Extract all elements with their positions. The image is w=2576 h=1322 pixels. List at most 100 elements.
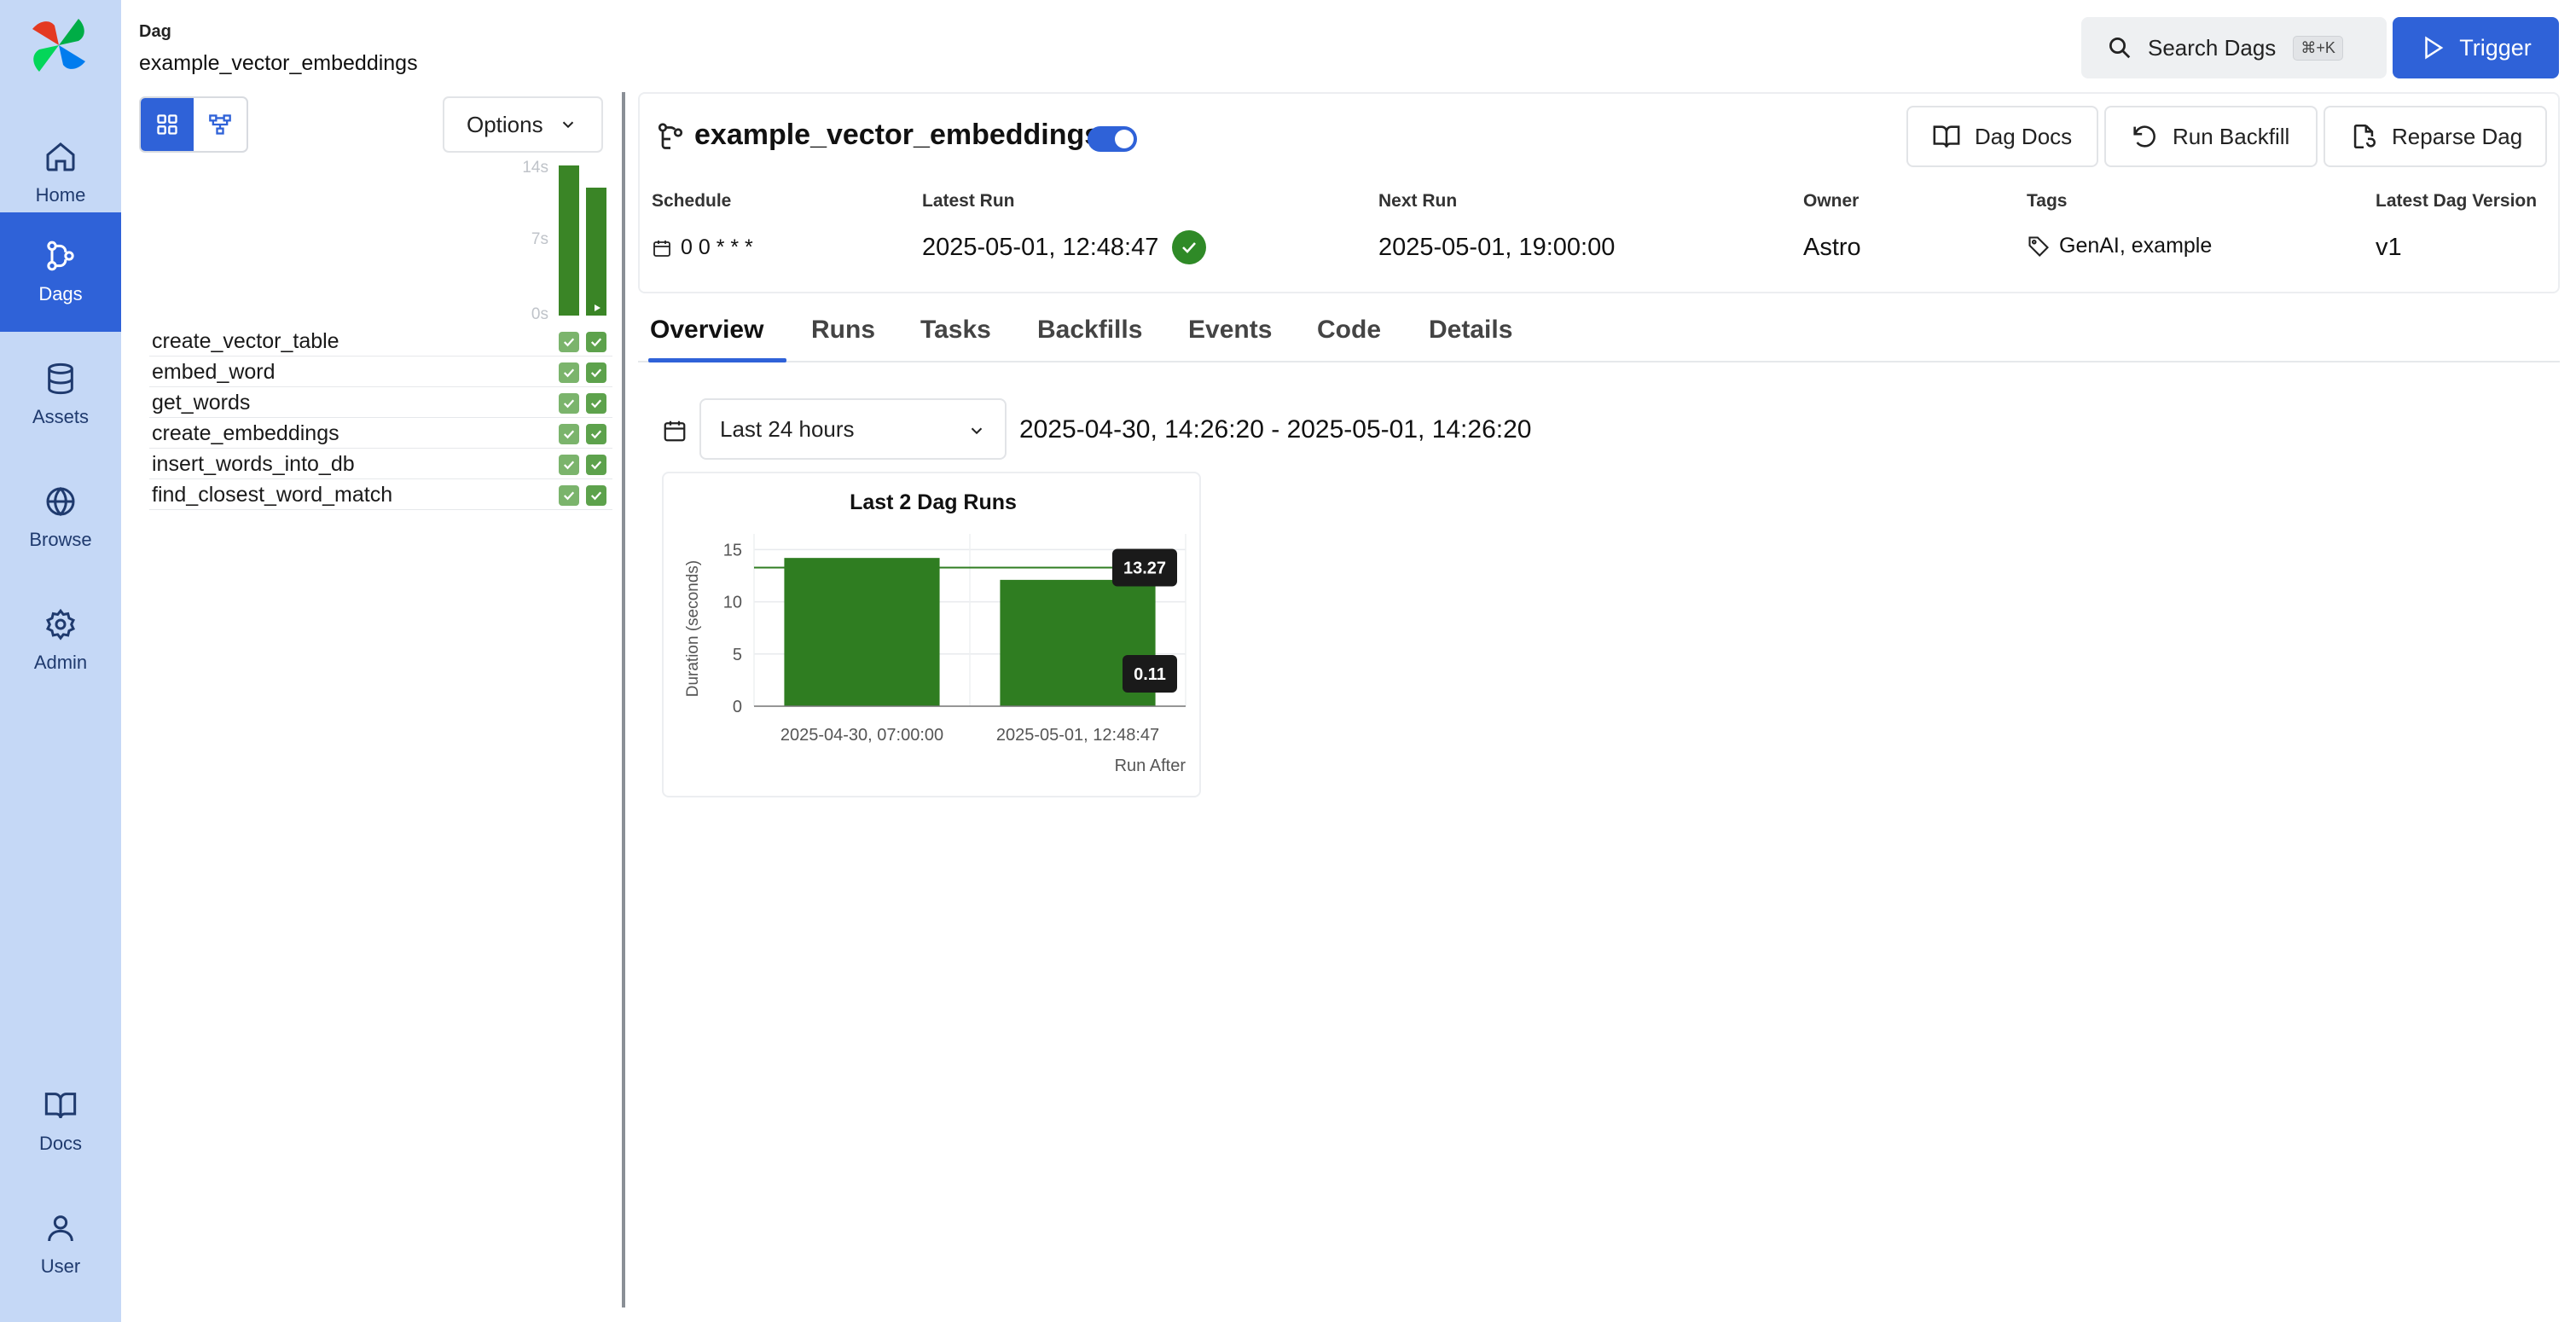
task-row[interactable]: find_closest_word_match [149, 479, 612, 510]
tags-list: GenAI, example [2059, 234, 2213, 258]
task-instance-success-cell[interactable] [586, 362, 606, 383]
task-instance-success-cell[interactable] [559, 393, 579, 414]
search-dags-button[interactable]: Search Dags ⌘+K [2081, 17, 2387, 78]
tab-code[interactable]: Code [1317, 316, 1381, 345]
play-marker-icon [595, 304, 600, 311]
success-status-icon [1172, 230, 1207, 264]
task-row[interactable]: insert_words_into_db [149, 449, 612, 479]
check-icon [563, 338, 575, 347]
run-duration-bar[interactable] [586, 187, 606, 316]
tab-runs[interactable]: Runs [811, 316, 875, 345]
task-row[interactable]: create_vector_table [149, 326, 612, 357]
time-range-select[interactable]: Last 24 hours [699, 398, 1007, 460]
active-tab-indicator [648, 358, 786, 362]
chart-bar[interactable] [784, 558, 940, 706]
nav-admin[interactable]: Admin [0, 581, 121, 700]
task-name[interactable]: embed_word [152, 360, 276, 385]
nav-dags[interactable]: Dags [0, 212, 121, 332]
nav-user-label: User [40, 1255, 81, 1277]
calendar-icon [664, 420, 686, 442]
nav-assets[interactable]: Assets [0, 335, 121, 455]
file-refresh-icon [2353, 124, 2376, 149]
next-run-label: Next Run [1378, 191, 1458, 211]
run-backfill-label: Run Backfill [2173, 123, 2290, 149]
y-tick-label: 0 [733, 698, 742, 716]
task-name[interactable]: create_embeddings [152, 421, 339, 446]
latest-run-date: 2025-05-01, 12:48:47 [922, 233, 1159, 261]
panel-resize-handle[interactable] [622, 92, 625, 1308]
check-icon [563, 461, 575, 470]
tab-overview[interactable]: Overview [650, 316, 763, 345]
task-instance-success-cell[interactable] [586, 455, 606, 475]
check-icon [590, 491, 602, 501]
schedule-label: Schedule [652, 191, 732, 211]
task-instance-success-cell[interactable] [586, 393, 606, 414]
check-icon [1182, 242, 1197, 253]
graph-view-button[interactable] [194, 98, 247, 151]
play-icon [2425, 36, 2444, 60]
reparse-dag-button[interactable]: Reparse Dag [2324, 106, 2547, 167]
task-name[interactable]: get_words [152, 391, 250, 415]
task-instance-success-cell[interactable] [586, 424, 606, 444]
task-row[interactable]: create_embeddings [149, 418, 612, 449]
dag-docs-button[interactable]: Dag Docs [1906, 106, 2098, 167]
check-icon [590, 430, 602, 439]
search-icon [2109, 38, 2131, 59]
nav-user[interactable]: User [0, 1185, 121, 1304]
breadcrumb-label: Dag [139, 22, 171, 41]
latest-run-label: Latest Run [922, 191, 1015, 211]
tab-tasks[interactable]: Tasks [920, 316, 991, 345]
grid-icon [157, 114, 177, 135]
task-instance-success-cell[interactable] [559, 424, 579, 444]
tab-backfills[interactable]: Backfills [1037, 316, 1142, 345]
task-instance-success-cell[interactable] [559, 455, 579, 475]
task-name[interactable]: insert_words_into_db [152, 452, 355, 477]
undo-icon [2133, 125, 2155, 148]
reference-label: 13.27 [1123, 560, 1166, 578]
time-range-text: 2025-04-30, 14:26:20 - 2025-05-01, 14:26… [1019, 415, 1532, 444]
dag-pause-toggle[interactable] [1088, 126, 1137, 152]
run-backfill-button[interactable]: Run Backfill [2104, 106, 2318, 167]
check-icon [590, 461, 602, 470]
task-instance-success-cell[interactable] [586, 485, 606, 506]
airflow-logo[interactable] [29, 17, 89, 73]
task-instance-success-cell[interactable] [559, 332, 579, 352]
nav-admin-label: Admin [33, 652, 88, 673]
annotation-label: 0.11 [1134, 665, 1166, 684]
tab-events[interactable]: Events [1188, 316, 1272, 345]
time-range-value: Last 24 hours [720, 415, 855, 442]
task-instance-success-cell[interactable] [559, 362, 579, 383]
grid-view-button[interactable] [141, 98, 194, 151]
dag-title: example_vector_embeddings [694, 119, 1101, 151]
schedule-cron: 0 0 * * * [681, 235, 753, 259]
tag-icon [2028, 235, 2049, 257]
task-instance-success-cell[interactable] [559, 485, 579, 506]
nav-docs[interactable]: Docs [0, 1062, 121, 1181]
check-icon [563, 430, 575, 439]
check-icon [563, 399, 575, 409]
task-instance-success-cell[interactable] [586, 332, 606, 352]
view-toggle [139, 96, 248, 153]
globe-icon [46, 486, 75, 517]
calendar-icon [653, 240, 670, 257]
run-duration-bar[interactable] [559, 165, 579, 316]
next-run-value: 2025-05-01, 19:00:00 [1378, 234, 1616, 261]
task-row[interactable]: get_words [149, 387, 612, 418]
database-icon [48, 362, 73, 395]
latest-run-value[interactable]: 2025-05-01, 12:48:47 [922, 230, 1207, 264]
nav-browse[interactable]: Browse [0, 458, 121, 577]
task-name[interactable]: find_closest_word_match [152, 483, 392, 507]
y-tick-label: 15 [723, 541, 742, 560]
dag-runs-chart: Last 2 Dag Runs 0 5 10 15 2025-04-30, 07:00:0… [684, 490, 1186, 775]
tab-details[interactable]: Details [1429, 316, 1512, 345]
task-name[interactable]: create_vector_table [152, 329, 339, 354]
trigger-label: Trigger [2459, 34, 2532, 61]
latest-version-value: v1 [2376, 234, 2402, 261]
user-icon [48, 1215, 73, 1242]
trigger-button[interactable]: Trigger [2393, 17, 2559, 78]
owner-value: Astro [1803, 234, 1861, 261]
options-button[interactable]: Options [443, 96, 603, 153]
breadcrumb-dag-id[interactable]: example_vector_embeddings [139, 51, 418, 76]
owner-label: Owner [1803, 191, 1859, 211]
task-row[interactable]: embed_word [149, 357, 612, 387]
